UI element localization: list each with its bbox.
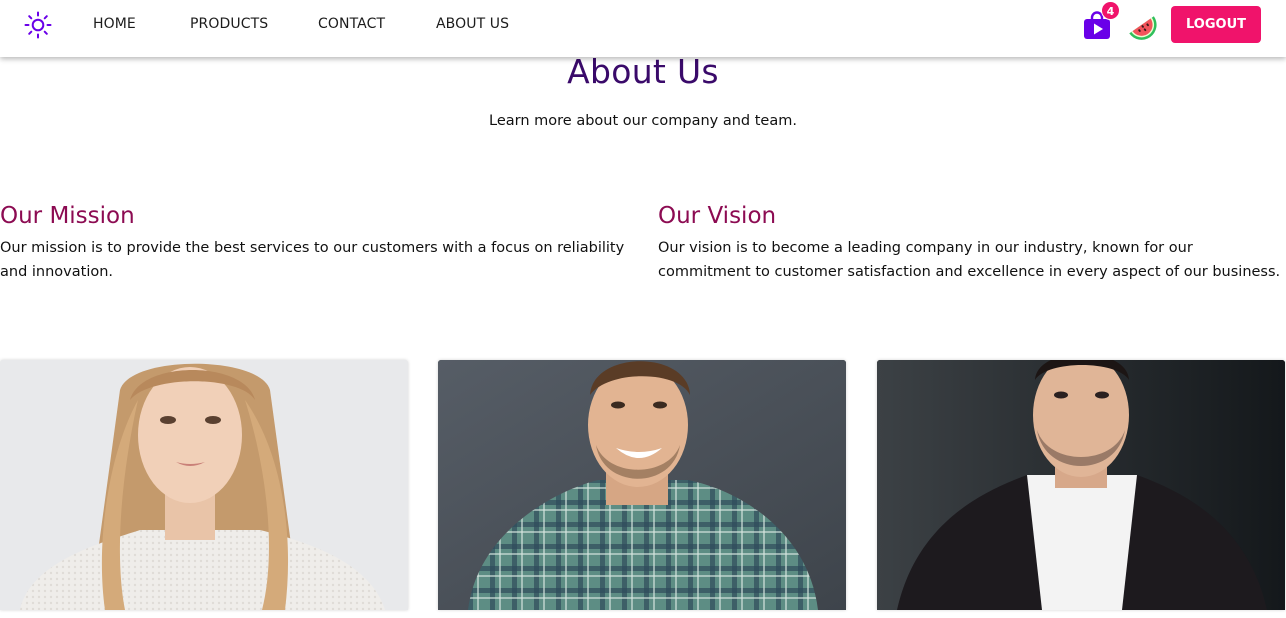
mission-heading: Our Mission [0,203,135,229]
mission-text: Our mission is to provide the best servi… [0,240,625,280]
cart-count-badge: 4 [1101,1,1120,20]
page-subtitle: Learn more about our company and team. [489,113,797,129]
vision-text: Our vision is to become a leading compan… [658,240,1281,280]
woman-portrait-photo [0,360,408,610]
navbar: HOME PRODUCTS CONTACT ABOUT US 4 LOGOUT [0,0,1286,57]
nav-link-about-us[interactable]: ABOUT US [436,16,509,32]
team-card [438,360,846,610]
nav-link-home[interactable]: HOME [93,16,136,32]
watermelon-avatar-icon[interactable] [1122,5,1160,43]
team-card [0,360,408,610]
page-title: About Us [567,52,719,91]
nav-link-contact[interactable]: CONTACT [318,16,385,32]
vision-section: Our Vision Our vision is to become a lea… [658,200,1286,284]
vision-heading: Our Vision [658,203,777,229]
nav-link-products[interactable]: PRODUCTS [190,16,268,32]
logout-button[interactable]: LOGOUT [1171,6,1261,43]
sun-icon[interactable] [24,11,52,39]
team-card [877,360,1285,610]
man-in-suit-portrait-photo [877,360,1285,610]
smiling-man-portrait-photo [438,360,846,610]
mission-section: Our Mission Our mission is to provide th… [0,200,628,284]
